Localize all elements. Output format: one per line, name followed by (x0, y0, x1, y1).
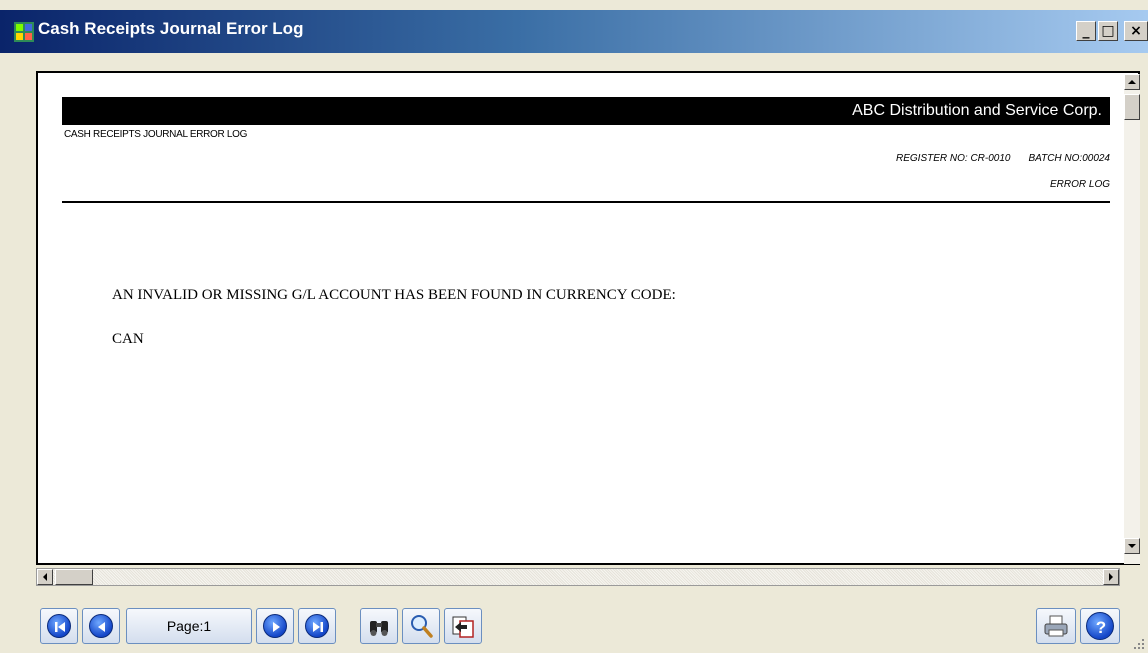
currency-code: CAN (112, 331, 144, 347)
next-page-icon (273, 622, 280, 632)
minimize-button[interactable]: _ (1076, 21, 1096, 41)
last-page-button[interactable] (298, 608, 336, 644)
last-page-icon (313, 622, 323, 632)
previous-page-button[interactable] (82, 608, 120, 644)
right-arrow-icon (1109, 573, 1113, 581)
help-icon: ? (1096, 618, 1106, 637)
first-page-button[interactable] (40, 608, 78, 644)
scroll-right-button[interactable] (1103, 569, 1119, 585)
title-bar: Cash Receipts Journal Error Log _ □ × (0, 0, 1148, 60)
horizontal-scroll-thumb[interactable] (55, 569, 93, 585)
vertical-scroll-thumb[interactable] (1124, 94, 1140, 120)
scroll-left-button[interactable] (37, 569, 53, 585)
header-divider (62, 201, 1110, 203)
register-line: REGISTER NO: CR-0010 BATCH NO:00024 (896, 153, 1110, 164)
svg-text:?: ? (1096, 618, 1106, 637)
error-message: AN INVALID OR MISSING G/L ACCOUNT HAS BE… (112, 287, 676, 303)
first-page-icon (55, 622, 65, 632)
close-button[interactable]: × (1124, 21, 1148, 41)
company-name: ABC Distribution and Service Corp. (852, 102, 1102, 119)
export-icon (452, 616, 474, 638)
find-button[interactable] (360, 608, 398, 644)
previous-page-icon (98, 622, 105, 632)
report-viewer: ABC Distribution and Service Corp. CASH … (36, 71, 1140, 565)
magnifier-icon (411, 615, 433, 638)
maximize-button[interactable]: □ (1098, 21, 1118, 41)
zoom-button[interactable] (402, 608, 440, 644)
page-indicator[interactable]: Page:1 (126, 608, 252, 644)
register-number: REGISTER NO: CR-0010 (896, 153, 1011, 164)
left-arrow-icon (43, 573, 47, 581)
up-arrow-icon (1128, 80, 1136, 84)
scroll-down-button[interactable] (1124, 538, 1140, 554)
scroll-up-button[interactable] (1124, 74, 1140, 90)
help-button[interactable]: ? (1080, 608, 1120, 644)
report-name: CASH RECEIPTS JOURNAL ERROR LOG (64, 129, 248, 140)
resize-grip-icon[interactable] (1134, 639, 1146, 651)
app-icon (14, 22, 34, 42)
log-type: ERROR LOG (1049, 179, 1110, 190)
print-button[interactable] (1036, 608, 1076, 644)
vertical-scrollbar[interactable] (1124, 74, 1140, 564)
window-title: Cash Receipts Journal Error Log (38, 19, 304, 38)
horizontal-scrollbar[interactable] (36, 568, 1120, 586)
binoculars-icon (370, 621, 388, 636)
printer-icon (1044, 615, 1068, 637)
report-header-bar: ABC Distribution and Service Corp. (62, 97, 1110, 125)
down-arrow-icon (1128, 544, 1136, 548)
next-page-button[interactable] (256, 608, 294, 644)
export-button[interactable] (444, 608, 482, 644)
batch-number: BATCH NO:00024 (1028, 153, 1110, 164)
